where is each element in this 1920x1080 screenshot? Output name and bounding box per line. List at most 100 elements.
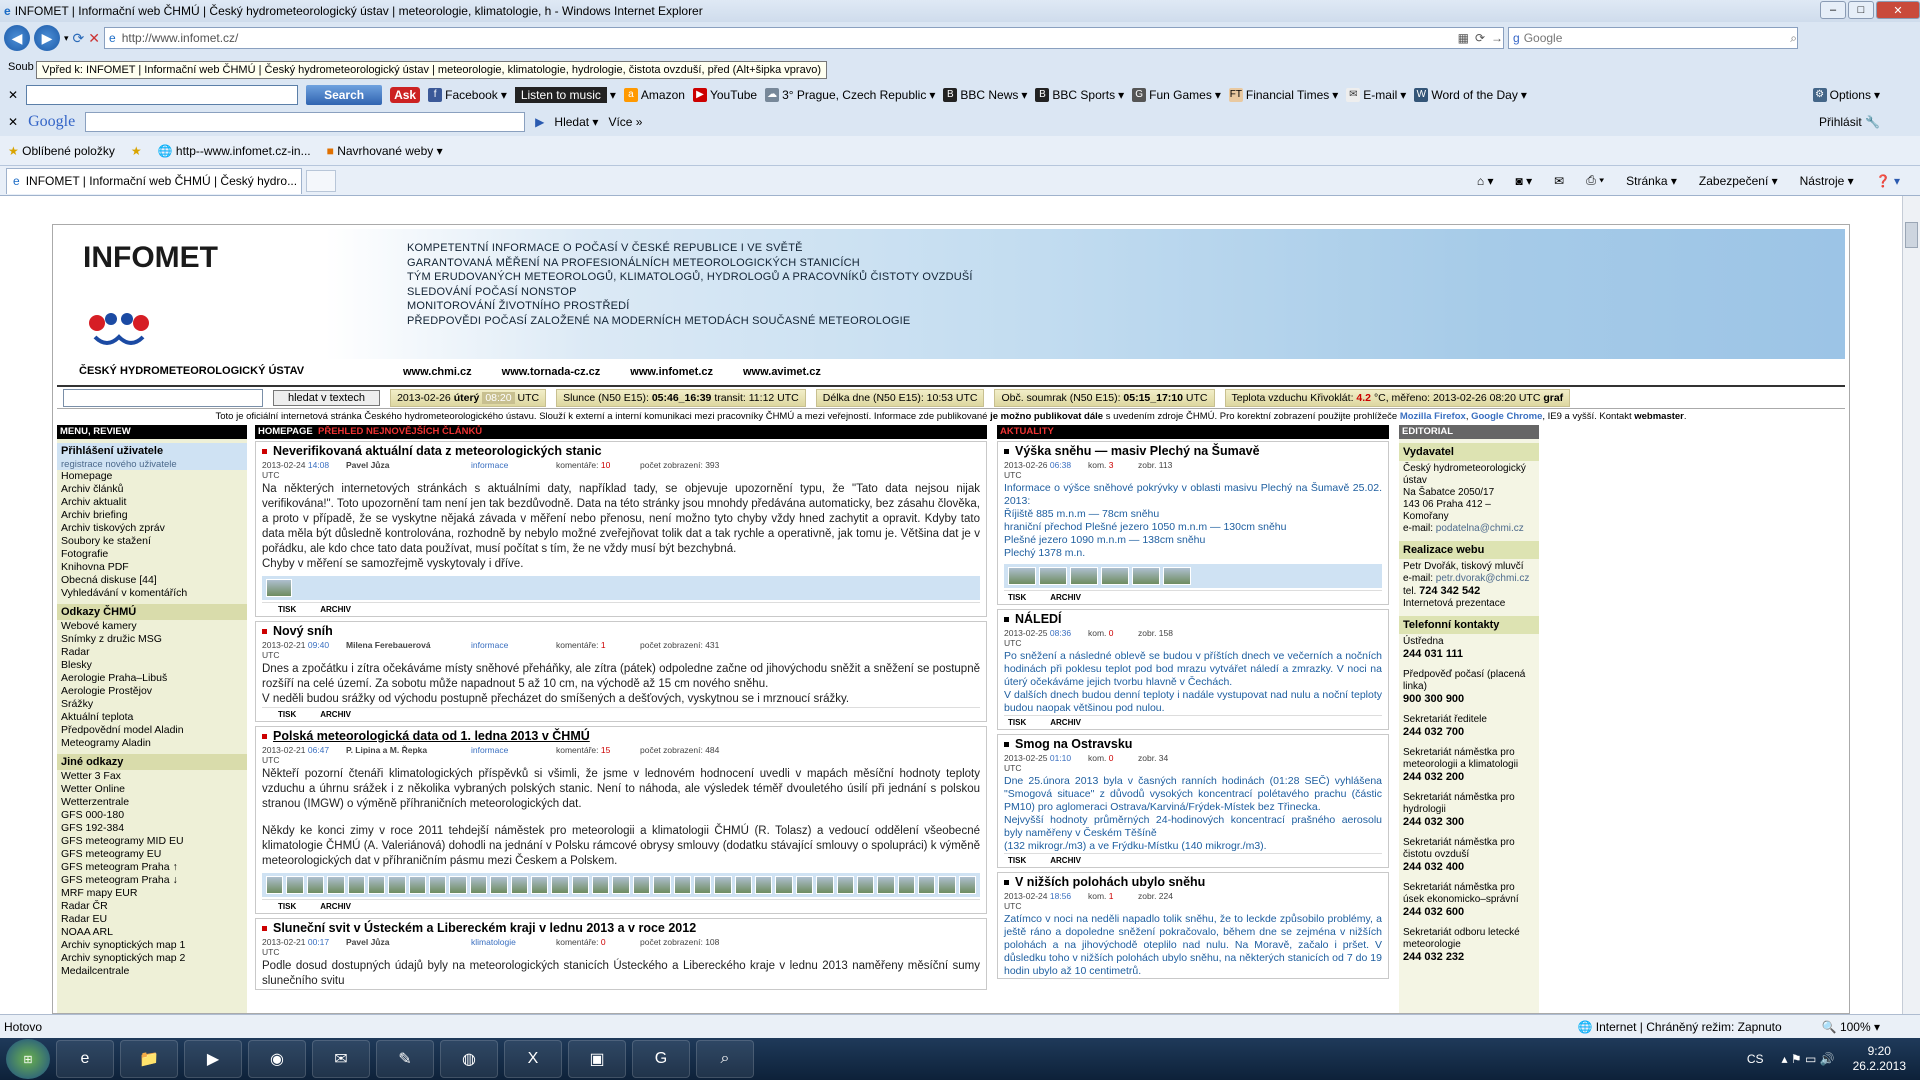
fav-link-infomet[interactable]: 🌐 http--www.infomet.cz-in... [158,144,311,158]
thumbnail-image[interactable] [490,876,508,894]
left-menu-item[interactable]: Homepage [57,470,247,483]
google-search-input[interactable] [85,112,526,132]
thumbnail-image[interactable] [673,876,691,894]
toolbar-weather[interactable]: ☁ 3° Prague, Czech Republic ▾ [765,88,935,102]
close-toolbar-icon[interactable]: ✕ [8,88,18,102]
archive-link[interactable]: ARCHIV [1050,856,1081,865]
taskbar-app6-icon[interactable]: ✎ [376,1040,434,1078]
register-link[interactable]: registrace nového uživatele [57,459,247,470]
language-indicator[interactable]: CS [1747,1052,1764,1066]
article-author[interactable]: P. Lipina a M. Řepka [346,745,471,765]
thumbnail-image[interactable] [877,876,895,894]
left-menu-item[interactable]: Knihovna PDF [57,561,247,574]
scrollbar-thumb[interactable] [1905,222,1918,248]
left-menu-item[interactable]: Aktuální teplota [57,711,247,724]
google-hledat[interactable]: Hledat ▾ [554,115,598,129]
thumbnail-image[interactable] [449,876,467,894]
toolbar-music[interactable]: Listen to music ▾ [514,87,616,103]
aktualita-title-text[interactable]: V nižších polohách ubylo sněhu [1015,875,1205,889]
left-menu-item[interactable]: GFS meteogram Praha ↑ [57,861,247,874]
toolbar-email[interactable]: ✉ E-mail ▾ [1346,88,1406,102]
thumbnail-image[interactable] [327,876,345,894]
aktualita-title-text[interactable]: Výška sněhu — masiv Plechý na Šumavě [1015,444,1260,458]
print-link[interactable]: TISK [278,605,296,614]
thumbnail-image[interactable] [938,876,956,894]
thumbnail-image[interactable] [266,876,284,894]
thumbnail-image[interactable] [836,876,854,894]
left-menu-item[interactable]: GFS 192-384 [57,822,247,835]
aktualita-title[interactable]: Výška sněhu — masiv Plechý na Šumavě [1004,444,1382,458]
article-title-text[interactable]: Sluneční svit v Ústeckém a Libereckém kr… [273,921,696,935]
text-search-button[interactable]: hledat v textech [273,389,381,406]
ask-logo-icon[interactable]: Ask [390,87,421,103]
history-dropdown-icon[interactable]: ▾ [64,33,69,44]
tray-icons[interactable]: ▴ ⚑ ▭ 🔊 [1782,1052,1835,1066]
thumbnail-image[interactable] [530,876,549,894]
aktualita-title[interactable]: NÁLEDÍ [1004,612,1382,626]
stop-icon[interactable]: ✕ [88,30,100,47]
thumbnail-image[interactable] [551,876,569,894]
forward-button[interactable]: ▶ [34,25,60,51]
left-menu-item[interactable]: Předpovědní model Aladin [57,724,247,737]
left-menu-item[interactable]: Radar EU [57,913,247,926]
taskbar-excel-icon[interactable]: X [504,1040,562,1078]
left-menu-item[interactable]: GFS meteogram Praha ↓ [57,874,247,887]
menu-nastroje[interactable]: Nástroje ▾ [1800,174,1854,188]
article-author[interactable]: Milena Ferebauerová [346,640,471,660]
toolbar-bbc-sports[interactable]: B BBC Sports ▾ [1035,88,1124,102]
left-menu-item[interactable]: GFS meteogramy MID EU [57,835,247,848]
aktualita-title[interactable]: Smog na Ostravsku [1004,737,1382,751]
left-menu-item[interactable]: Srážky [57,698,247,711]
thumbnail-image[interactable] [775,876,793,894]
toolbar-fun-games[interactable]: G Fun Games ▾ [1132,88,1221,102]
left-menu-item[interactable]: Radar ČR [57,900,247,913]
home-icon[interactable]: ⌂ ▾ [1477,174,1494,188]
ask-search-button[interactable]: Search [306,85,383,105]
thumbnail-image[interactable] [612,876,630,894]
thumbnail-image[interactable] [510,876,528,894]
print-link[interactable]: TISK [278,902,296,911]
vertical-scrollbar[interactable] [1902,196,1920,1014]
thumbnail-image[interactable] [632,876,651,894]
toolbar-options[interactable]: ⚙ Options ▾ [1812,88,1920,102]
suggested-sites[interactable]: ■ Navrhované weby ▾ [327,144,443,158]
taskbar-ie-icon[interactable]: e [56,1040,114,1078]
thumbnail-image[interactable] [592,876,610,894]
toolbar-bbc-news[interactable]: B BBC News ▾ [943,88,1027,102]
thumbnail-image[interactable] [347,876,365,894]
left-menu-item[interactable]: GFS 000-180 [57,809,247,822]
article-comments[interactable]: komentáře: 0 [556,937,640,957]
left-menu-item[interactable]: Vyhledávání v komentářích [57,587,247,600]
article-title[interactable]: Polská meteorologická data od 1. ledna 2… [262,729,980,743]
thumbnail-image[interactable] [693,876,712,894]
taskbar-app9-icon[interactable]: ▣ [568,1040,626,1078]
refresh-small-icon[interactable]: ⟳ [1475,31,1485,45]
left-menu-item[interactable]: Wetter 3 Fax [57,770,247,783]
thumbnail-image[interactable] [795,876,814,894]
favorites-button[interactable]: ★ Oblíbené položky [8,144,115,158]
toolbar-amazon[interactable]: a Amazon [623,88,685,102]
tab-infomet[interactable]: e INFOMET | Informační web ČHMÚ | Český … [6,167,302,194]
left-menu-item[interactable]: Blesky [57,659,247,672]
print-icon[interactable]: ⎙ ▾ [1586,173,1604,188]
left-menu-item[interactable]: Archiv aktualit [57,496,247,509]
thumbnail-image[interactable] [856,876,875,894]
aktualita-comments[interactable]: kom. 0 [1088,753,1138,773]
thumbnail-image[interactable] [755,876,773,894]
vydavatel-email-link[interactable]: podatelna@chmi.cz [1436,523,1524,534]
print-link[interactable]: TISK [1008,718,1026,727]
article-category[interactable]: informace [471,640,556,660]
thumbnail-image[interactable] [367,876,386,894]
print-link[interactable]: TISK [278,710,296,719]
graf-link[interactable]: graf [1543,392,1563,404]
thumbnail-image[interactable] [266,579,292,597]
zoom-level[interactable]: 🔍 100% ▾ [1822,1020,1880,1034]
start-button-icon[interactable]: ⊞ [6,1039,50,1079]
new-tab-button[interactable] [306,169,336,192]
left-menu-item[interactable]: Aerologie Praha–Libuš [57,672,247,685]
go-icon[interactable]: → [1491,31,1503,45]
thumbnail-image[interactable] [571,876,589,894]
compat-icon[interactable]: ▦ [1458,31,1469,45]
article-title[interactable]: Nový sníh [262,624,980,638]
taskbar-search-icon[interactable]: ⌕ [696,1040,754,1078]
